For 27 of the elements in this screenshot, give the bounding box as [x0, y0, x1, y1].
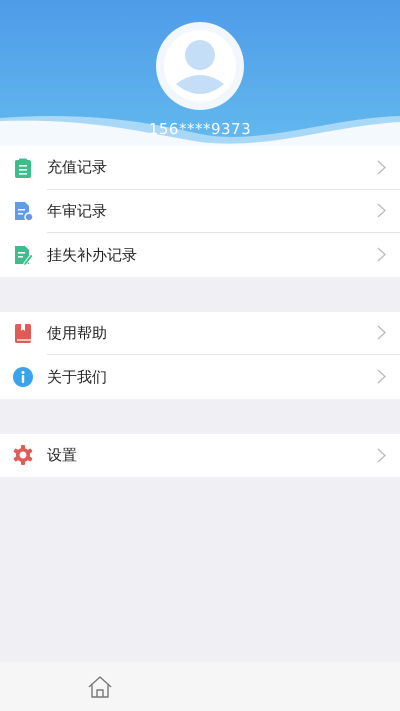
chevron-right-icon: [377, 203, 386, 218]
phone-number: 156****9373: [148, 119, 252, 140]
menu-item[interactable]: 使用帮助: [0, 312, 400, 355]
menu-label: 使用帮助: [47, 322, 108, 344]
menu-item[interactable]: 设置: [0, 434, 400, 477]
menu-item[interactable]: 充值记录: [0, 146, 400, 190]
chevron-right-icon: [377, 369, 386, 384]
chevron-right-icon: [377, 247, 386, 262]
menu-item[interactable]: 挂失补办记录: [0, 233, 400, 276]
menu-item[interactable]: 关于我们: [0, 355, 400, 398]
menu-label: 关于我们: [47, 366, 108, 388]
info-icon: [12, 366, 34, 388]
chevron-right-icon: [377, 160, 386, 175]
chevron-right-icon: [377, 448, 386, 463]
settings-icon: [12, 444, 34, 466]
book-icon: [12, 322, 34, 344]
menu-label: 充值记录: [47, 157, 108, 178]
home-icon[interactable]: [87, 674, 113, 700]
avatar-icon[interactable]: [156, 22, 244, 110]
menu-label: 挂失补办记录: [47, 244, 138, 266]
menu-item[interactable]: 年审记录: [0, 190, 400, 233]
document-icon: [12, 200, 34, 222]
document-pencil-icon: [12, 244, 34, 266]
menu-label: 年审记录: [47, 200, 108, 222]
clipboard-icon: [12, 156, 34, 179]
menu-label: 设置: [47, 445, 78, 466]
chevron-right-icon: [377, 325, 386, 340]
